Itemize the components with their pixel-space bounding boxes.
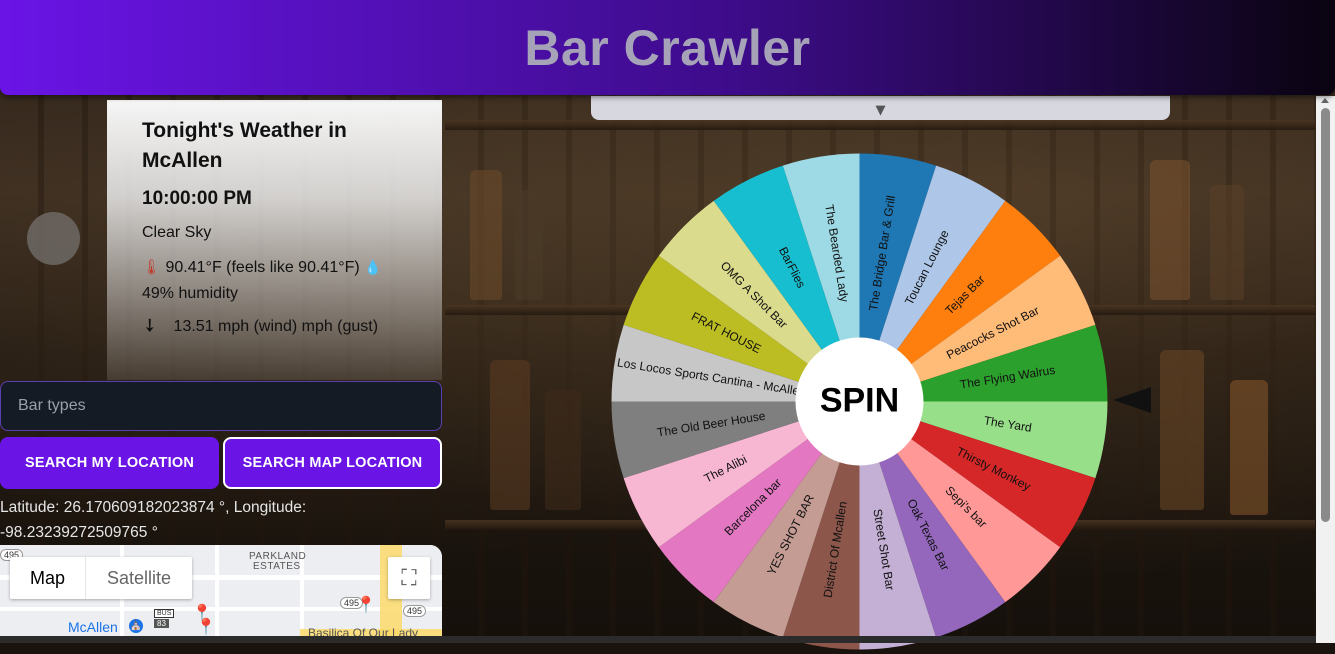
bar-types-input[interactable] (0, 381, 442, 431)
scrollbar-thumb[interactable] (1321, 108, 1330, 522)
bottle (490, 360, 530, 510)
map-poi-icon[interactable]: ⛪ (129, 619, 143, 633)
wheel-panel-toggle[interactable]: ▼ (591, 96, 1170, 120)
thermometer-icon: 🌡 (142, 259, 162, 276)
bottle (470, 170, 502, 300)
map-label-mcallen: McAllen (68, 619, 118, 635)
shelf (445, 120, 1315, 130)
bottle (1210, 185, 1244, 300)
fullscreen-icon[interactable]: ⛶ (388, 557, 430, 599)
app-header: Bar Crawler (0, 0, 1335, 95)
chevron-down-icon: ▼ (875, 103, 886, 118)
map-tab-satellite[interactable]: Satellite (85, 557, 192, 599)
page-scrollbar[interactable] (1316, 96, 1335, 643)
spin-wheel[interactable]: The Bridge Bar & Grill Toucan Lounge Tejas… (611, 153, 1108, 650)
bottle (515, 190, 543, 300)
app-title: Bar Crawler (524, 19, 811, 76)
bottle (1160, 350, 1204, 510)
weather-title: Tonight's Weather in McAllen (142, 119, 347, 172)
scroll-up-icon[interactable] (1321, 98, 1329, 103)
spin-label[interactable]: SPIN (820, 381, 899, 419)
humidity-text: 49% humidity (142, 285, 239, 302)
bottom-strip (0, 636, 1316, 643)
search-map-location-button[interactable]: SEARCH MAP LOCATION (223, 437, 442, 489)
wind-arrow-icon: ➘ (137, 312, 163, 338)
wind-text: 13.51 mph (wind) mph (gust) (173, 318, 379, 335)
bottle (1230, 380, 1268, 515)
map-tab-map[interactable]: Map (10, 557, 85, 599)
map-label-estates: ESTATES (253, 561, 301, 572)
bottle (1150, 160, 1190, 300)
avatar (27, 212, 80, 265)
wheel-pointer-icon (1113, 387, 1151, 413)
search-my-location-button[interactable]: SEARCH MY LOCATION (0, 437, 219, 489)
map-marker-icon[interactable]: 📍 (196, 617, 216, 637)
weather-time: 10:00:00 PM (142, 188, 252, 209)
weather-temperature: 🌡 90.41°F (feels like 90.41°F) 💧 49% hum… (142, 254, 442, 307)
coordinates-text: Latitude: 26.170609182023874 °, Longitud… (0, 499, 307, 541)
bus-label: BUS (157, 610, 172, 617)
weather-condition: Clear Sky (142, 224, 212, 241)
map[interactable]: PARKLAND ESTATES McAllen Basilica Of Our… (0, 545, 442, 643)
droplet-icon: 💧 (364, 259, 382, 275)
wheel-svg: The Bridge Bar & Grill Toucan LoungeTejas… (611, 153, 1108, 650)
bottle (545, 390, 581, 510)
weather-card: Tonight's Weather in McAllen 10:00:00 PM… (107, 100, 442, 380)
temperature-text: 90.41°F (feels like 90.41°F) (165, 259, 360, 276)
map-type-toggle: Map Satellite (10, 557, 192, 599)
map-route-83: 83 (154, 619, 169, 628)
map-highway-495: 495 (403, 605, 427, 617)
weather-wind: ➘ 13.51 mph (wind) mph (gust) (137, 313, 442, 338)
map-bus-shield: BUS (154, 609, 175, 618)
map-marker-icon[interactable]: 📍 (356, 595, 376, 615)
